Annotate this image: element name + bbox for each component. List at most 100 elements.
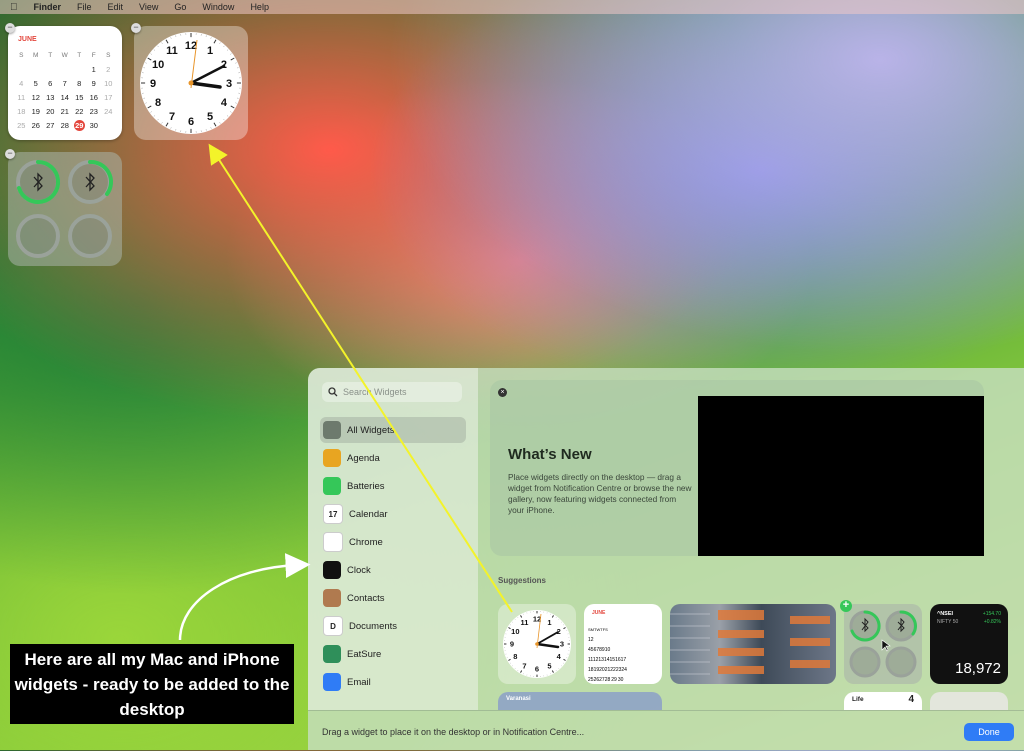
menu-edit[interactable]: Edit xyxy=(108,2,124,12)
clock-widget-suggestion[interactable]: 121234567891011 xyxy=(498,604,576,684)
mini-calendar-month: JUNE xyxy=(592,610,605,616)
stock-change: +154.70 xyxy=(983,611,1001,617)
photo-widget-suggestion[interactable] xyxy=(670,604,836,684)
calendar-widget-suggestion[interactable]: JUNE SMTWTFS1245678910111213141516171819… xyxy=(584,604,662,684)
clock-number: 4 xyxy=(221,97,228,109)
clock-number: 1 xyxy=(547,618,551,627)
remove-widget-icon[interactable]: − xyxy=(5,149,15,159)
clock-number: 3 xyxy=(226,78,232,90)
footer-hint: Drag a widget to place it on the desktop… xyxy=(322,727,584,737)
calendar-day: 22 xyxy=(72,107,87,116)
clock-number: 6 xyxy=(535,665,539,674)
weather-widget-suggestion[interactable]: Varanasi xyxy=(498,692,662,710)
add-widget-icon[interactable]: + xyxy=(840,600,852,612)
search-input[interactable]: Search Widgets xyxy=(322,382,462,402)
menu-app-name[interactable]: Finder xyxy=(34,2,62,12)
calendar-month: JUNE xyxy=(18,36,37,43)
eatsure-icon xyxy=(323,645,341,663)
batteries-widget[interactable] xyxy=(8,152,122,266)
menu-go[interactable]: Go xyxy=(174,2,186,12)
close-icon[interactable]: × xyxy=(498,388,507,397)
map-widget-suggestion[interactable] xyxy=(930,692,1008,710)
calendar-day: 30 xyxy=(87,121,102,130)
batteries-widget-suggestion[interactable] xyxy=(844,604,922,684)
weather-city: Varanasi xyxy=(506,696,531,702)
sidebar-item-label: EatSure xyxy=(347,649,381,660)
sidebar-item-clock[interactable]: Clock xyxy=(320,557,466,583)
sidebar-item-all-widgets[interactable]: All Widgets xyxy=(320,417,466,443)
calendar-day: 4 xyxy=(14,79,29,88)
clock-widget[interactable]: 121234567891011 xyxy=(134,26,248,140)
calendar-day: 23 xyxy=(87,107,102,116)
calendar-day: 9 xyxy=(87,79,102,88)
clock-number: 9 xyxy=(150,78,156,90)
mouse-cursor-icon xyxy=(882,640,890,651)
sidebar-item-label: Documents xyxy=(349,621,397,632)
whats-new-text: Place widgets directly on the desktop — … xyxy=(508,472,694,516)
calendar-day: 27 xyxy=(43,121,58,130)
menu-bar:  Finder File Edit View Go Window Help xyxy=(0,0,1024,14)
whats-new-card: × What’s New Place widgets directly on t… xyxy=(490,380,984,556)
fitness-widget-suggestion[interactable]: Life 4 xyxy=(844,692,922,710)
done-button[interactable]: Done xyxy=(964,723,1014,741)
stock-symbol: ^NSEI xyxy=(937,611,953,617)
menu-window[interactable]: Window xyxy=(202,2,234,12)
all-widgets-icon xyxy=(323,421,341,439)
sidebar-item-calendar[interactable]: 17Calendar xyxy=(320,501,466,527)
sidebar-item-label: Agenda xyxy=(347,453,380,464)
weekday-label: M xyxy=(29,52,44,59)
sidebar-item-batteries[interactable]: Batteries xyxy=(320,473,466,499)
remove-widget-icon[interactable]: − xyxy=(131,23,141,33)
calendar-day: 19 xyxy=(29,107,44,116)
clock-number: 7 xyxy=(169,111,175,123)
menu-view[interactable]: View xyxy=(139,2,158,12)
widget-gallery: Search Widgets All Widgets Agenda Batterie… xyxy=(308,368,1024,750)
sidebar-item-documents[interactable]: DDocuments xyxy=(320,613,466,639)
clock-number: 10 xyxy=(511,627,519,636)
photo-image xyxy=(670,604,836,684)
remove-widget-icon[interactable]: − xyxy=(5,23,15,33)
clock-icon xyxy=(323,561,341,579)
sidebar-item-email[interactable]: Email xyxy=(320,669,466,695)
batteries-icon xyxy=(323,477,341,495)
calendar-day: 2 xyxy=(101,65,116,74)
clock-number: 8 xyxy=(155,97,161,109)
gallery-sidebar: Search Widgets All Widgets Agenda Batterie… xyxy=(308,368,478,710)
sidebar-item-eatsure[interactable]: EatSure xyxy=(320,641,466,667)
clock-face-icon: 121234567891011 xyxy=(134,26,248,140)
battery-rings xyxy=(844,604,922,684)
sidebar-item-contacts[interactable]: Contacts xyxy=(320,585,466,611)
calendar-day: 8 xyxy=(72,79,87,88)
apple-menu-icon[interactable]:  xyxy=(10,2,18,13)
weekday-label: W xyxy=(58,52,73,59)
calendar-day: 16 xyxy=(87,93,102,102)
calendar-day: 1 xyxy=(87,65,102,74)
calendar-widget[interactable]: JUNE SMTWTFS1245678910111213141516171819… xyxy=(8,26,122,140)
life-count: 4 xyxy=(908,694,914,705)
calendar-today: 29 xyxy=(611,677,617,683)
weekday-label: F xyxy=(87,52,102,59)
chrome-icon xyxy=(323,532,343,552)
stock-value: 18,972 xyxy=(955,660,1001,677)
search-placeholder: Search Widgets xyxy=(343,387,407,397)
stocks-widget-suggestion[interactable]: ^NSEI NIFTY 50 +154.70 +0.82% 18,972 xyxy=(930,604,1008,684)
clock-number: 5 xyxy=(207,111,213,123)
battery-rings xyxy=(8,152,122,266)
clock-number: 11 xyxy=(166,45,178,57)
sidebar-item-agenda[interactable]: Agenda xyxy=(320,445,466,471)
whats-new-video[interactable] xyxy=(698,396,984,556)
gallery-content: × What’s New Place widgets directly on t… xyxy=(478,368,1024,710)
calendar-day: 6 xyxy=(43,79,58,88)
suggestions-label: Suggestions xyxy=(498,576,546,585)
life-label: Life xyxy=(852,696,864,703)
calendar-day: 28 xyxy=(605,677,611,683)
menu-help[interactable]: Help xyxy=(250,2,269,12)
calendar-day: 17 xyxy=(101,93,116,102)
clock-number: 10 xyxy=(152,59,164,71)
weekday-label: T xyxy=(43,52,58,59)
sidebar-item-label: Clock xyxy=(347,565,371,576)
calendar-day: 25 xyxy=(14,121,29,130)
calendar-day: 20 xyxy=(43,107,58,116)
sidebar-item-chrome[interactable]: Chrome xyxy=(320,529,466,555)
menu-file[interactable]: File xyxy=(77,2,92,12)
